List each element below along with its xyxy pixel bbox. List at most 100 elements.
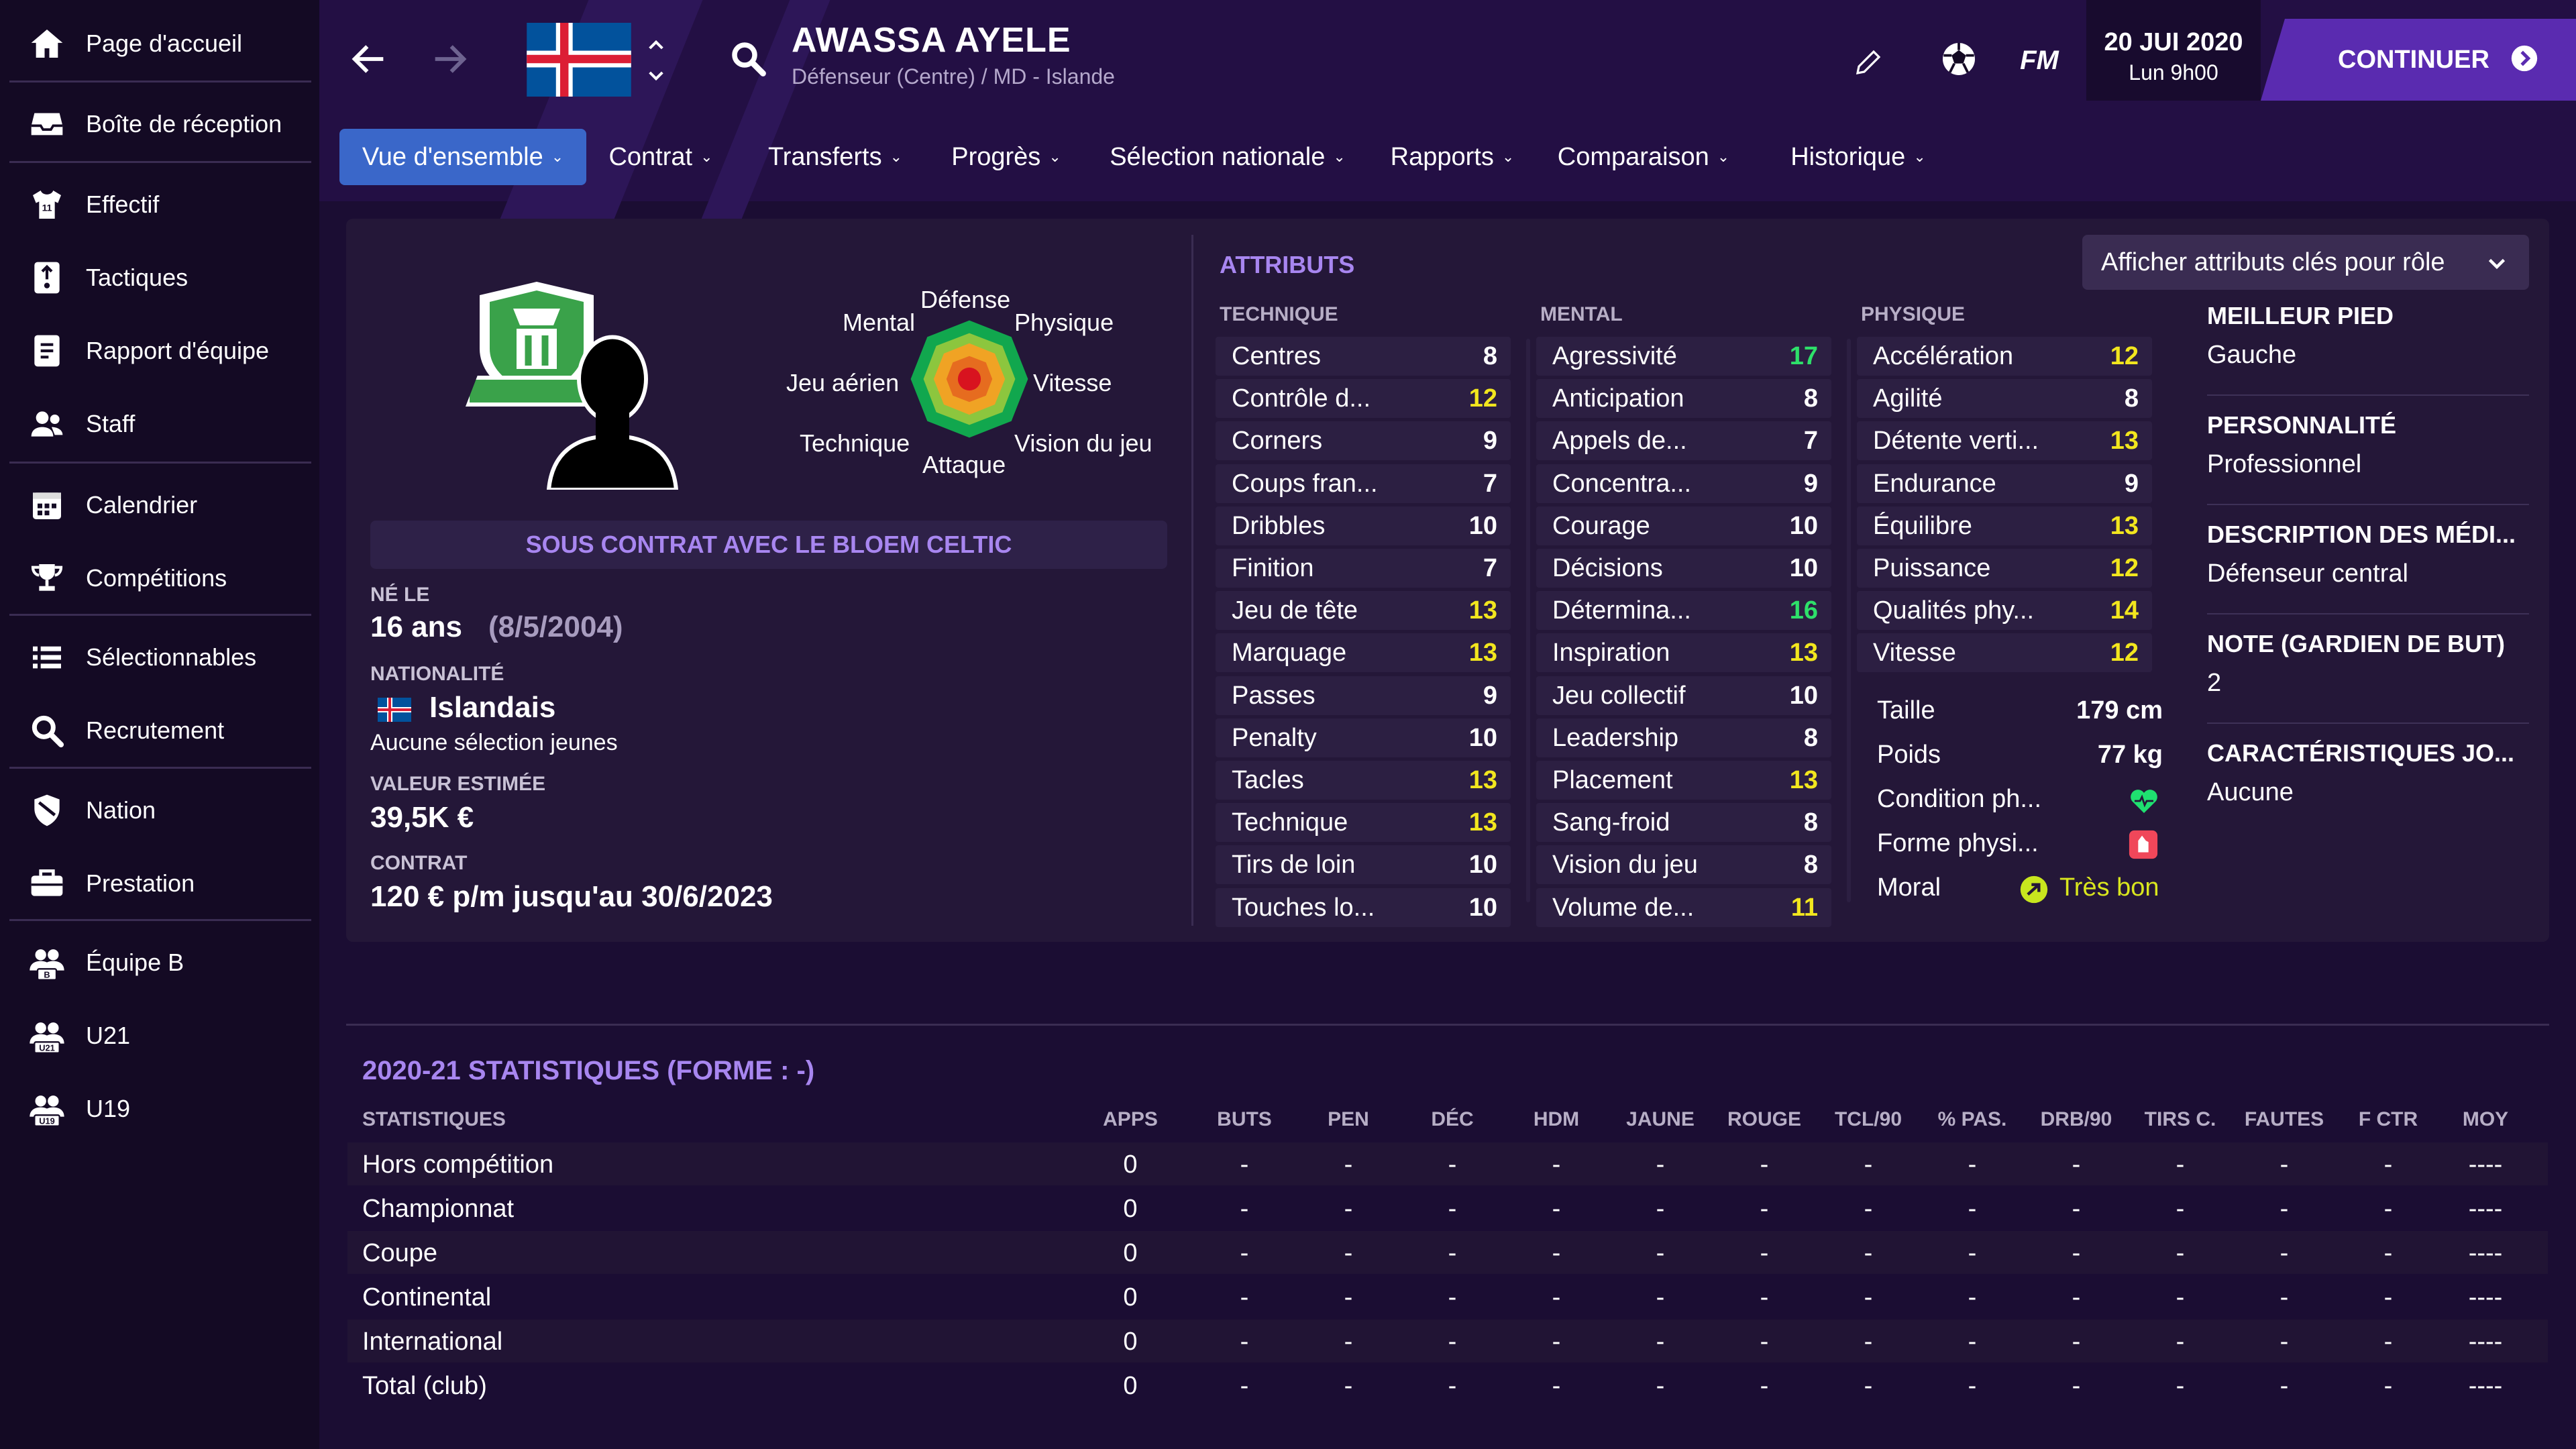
attribute-name: Sang-froid <box>1552 808 1670 837</box>
tab-overview[interactable]: Vue d'ensemble ⌄ <box>339 129 586 185</box>
attribute-row[interactable]: Jeu de tête 13 <box>1216 591 1511 631</box>
sidebar-item-u19[interactable]: U19 U19 <box>0 1075 319 1142</box>
attribute-row[interactable]: Tacles 13 <box>1216 761 1511 800</box>
player-search-button[interactable] <box>724 36 771 83</box>
role-attributes-button[interactable]: Afficher attributs clés pour rôle <box>2082 235 2529 290</box>
attribute-row[interactable]: Qualités phy... 14 <box>1857 591 2152 631</box>
stats-cell: - <box>1760 1195 1769 1223</box>
attribute-row[interactable]: Sang-froid 8 <box>1536 803 1831 843</box>
flag-prev-button[interactable] <box>643 34 669 60</box>
attribute-row[interactable]: Détermina... 16 <box>1536 591 1831 631</box>
tab-national-team[interactable]: Sélection nationale ⌄ <box>1087 129 1368 185</box>
attribute-row[interactable]: Agilité 8 <box>1857 379 2152 419</box>
attribute-row[interactable]: Détente verti... 13 <box>1857 421 2152 461</box>
attribute-row[interactable]: Tirs de loin 10 <box>1216 845 1511 885</box>
attribute-row[interactable]: Corners 9 <box>1216 421 1511 461</box>
injury-icon[interactable] <box>2128 829 2159 863</box>
birth-date: (8/5/2004) <box>488 610 623 643</box>
staff-icon <box>27 404 67 444</box>
attribute-row[interactable]: Finition 7 <box>1216 549 1511 588</box>
attribute-row[interactable]: Marquage 13 <box>1216 633 1511 673</box>
forward-button[interactable] <box>423 34 476 87</box>
sidebar-item-inbox[interactable]: Boîte de réception <box>0 91 319 158</box>
sidebar-item-staff[interactable]: Staff <box>0 390 319 458</box>
attribute-row[interactable]: Penalty 10 <box>1216 718 1511 757</box>
sidebar-item-calendar[interactable]: Calendrier <box>0 472 319 539</box>
sidebar-item-scouting[interactable]: Recrutement <box>0 697 319 764</box>
back-button[interactable] <box>342 34 396 87</box>
stats-column-header[interactable]: F CTR <box>2348 1108 2428 1131</box>
attribute-row[interactable]: Concentra... 9 <box>1536 464 1831 503</box>
tab-comparison[interactable]: Comparaison ⌄ <box>1543 129 1744 185</box>
attribute-row[interactable]: Touches lo... 10 <box>1216 888 1511 927</box>
sidebar-item-squad[interactable]: 11 Effectif <box>0 171 319 238</box>
game-menu-button[interactable] <box>1932 34 1986 87</box>
edit-button[interactable] <box>1845 40 1892 87</box>
tab-history[interactable]: Historique ⌄ <box>1768 129 1949 185</box>
stats-column-header[interactable]: BUTS <box>1204 1108 1285 1131</box>
stats-column-header[interactable]: FAUTES <box>2244 1108 2324 1131</box>
attribute-row[interactable]: Leadership 8 <box>1536 718 1831 757</box>
attribute-row[interactable]: Vitesse 12 <box>1857 633 2152 673</box>
nationality-value[interactable]: Islandais <box>429 691 555 724</box>
stats-cell: - <box>1656 1150 1665 1179</box>
attribute-row[interactable]: Contrôle d... 12 <box>1216 379 1511 419</box>
attribute-row[interactable]: Anticipation 8 <box>1536 379 1831 419</box>
attribute-row[interactable]: Appels de... 7 <box>1536 421 1831 461</box>
tab-reports[interactable]: Rapports ⌄ <box>1375 129 1529 185</box>
attribute-row[interactable]: Courage 10 <box>1536 506 1831 545</box>
attribute-row[interactable]: Centres 8 <box>1216 337 1511 376</box>
stats-column-header[interactable]: APPS <box>1090 1108 1171 1131</box>
sidebar-item-tactics[interactable]: Tactiques <box>0 244 319 311</box>
attribute-row[interactable]: Coups fran... 7 <box>1216 464 1511 503</box>
stats-column-header[interactable]: DRB/90 <box>2036 1108 2116 1131</box>
attribute-row[interactable]: Vision du jeu 8 <box>1536 845 1831 885</box>
heart-icon[interactable] <box>2128 785 2160 820</box>
attribute-row[interactable]: Équilibre 13 <box>1857 506 2152 545</box>
sidebar-item-job[interactable]: Prestation <box>0 850 319 917</box>
stats-column-header[interactable]: JAUNE <box>1620 1108 1701 1131</box>
sidebar-item-nation[interactable]: Nation <box>0 777 319 844</box>
attribute-row[interactable]: Dribbles 10 <box>1216 506 1511 545</box>
tab-contract[interactable]: Contrat ⌄ <box>597 129 724 185</box>
sidebar-item-competitions[interactable]: Compétitions <box>0 545 319 612</box>
attribute-row[interactable]: Passes 9 <box>1216 676 1511 715</box>
nation-flag-button[interactable] <box>517 23 641 98</box>
stats-column-header[interactable]: TCL/90 <box>1828 1108 1909 1131</box>
fm-menu-button[interactable]: FM <box>2002 37 2076 84</box>
stats-column-header[interactable]: DÉC <box>1412 1108 1493 1131</box>
attribute-row[interactable]: Décisions 10 <box>1536 549 1831 588</box>
stats-column-header[interactable]: TIRS C. <box>2140 1108 2220 1131</box>
attribute-name: Jeu collectif <box>1552 681 1686 710</box>
attribute-row[interactable]: Jeu collectif 10 <box>1536 676 1831 715</box>
attribute-row[interactable]: Agressivité 17 <box>1536 337 1831 376</box>
stats-column-header[interactable]: PEN <box>1308 1108 1389 1131</box>
attribute-row[interactable]: Puissance 12 <box>1857 549 2152 588</box>
sidebar-item-team-report[interactable]: Rapport d'équipe <box>0 317 319 384</box>
stats-column-header[interactable]: MOY <box>2445 1108 2526 1131</box>
stats-column-header[interactable]: ROUGE <box>1724 1108 1805 1131</box>
attribute-row[interactable]: Accélération 12 <box>1857 337 2152 376</box>
attribute-row[interactable]: Technique 13 <box>1216 803 1511 843</box>
sidebar-item-home[interactable]: Page d'accueil <box>0 10 319 77</box>
tab-label: Transferts <box>767 142 882 171</box>
stats-column-header[interactable]: % PAS. <box>1932 1108 2012 1131</box>
attribute-row[interactable]: Inspiration 13 <box>1536 633 1831 673</box>
attribute-name: Qualités phy... <box>1873 596 2035 625</box>
sidebar-item-team-b[interactable]: B Équipe B <box>0 929 319 996</box>
attribute-row[interactable]: Placement 13 <box>1536 761 1831 800</box>
back-arrow-icon <box>347 38 390 84</box>
stats-cell: - <box>1864 1150 1873 1179</box>
report-icon <box>27 331 67 371</box>
tab-transfers[interactable]: Transferts ⌄ <box>751 129 919 185</box>
tab-progress[interactable]: Progrès ⌄ <box>936 129 1077 185</box>
stats-column-header[interactable]: HDM <box>1516 1108 1597 1131</box>
sidebar-item-shortlist[interactable]: Sélectionnables <box>0 624 319 691</box>
continue-button[interactable]: CONTINUER <box>2261 19 2576 101</box>
info-value: Professionnel <box>2207 450 2362 478</box>
flag-next-button[interactable] <box>643 63 669 90</box>
stats-cell: - <box>1864 1372 1873 1400</box>
attribute-row[interactable]: Volume de... 11 <box>1536 888 1831 927</box>
sidebar-item-u21[interactable]: U21 U21 <box>0 1002 319 1069</box>
attribute-row[interactable]: Endurance 9 <box>1857 464 2152 503</box>
